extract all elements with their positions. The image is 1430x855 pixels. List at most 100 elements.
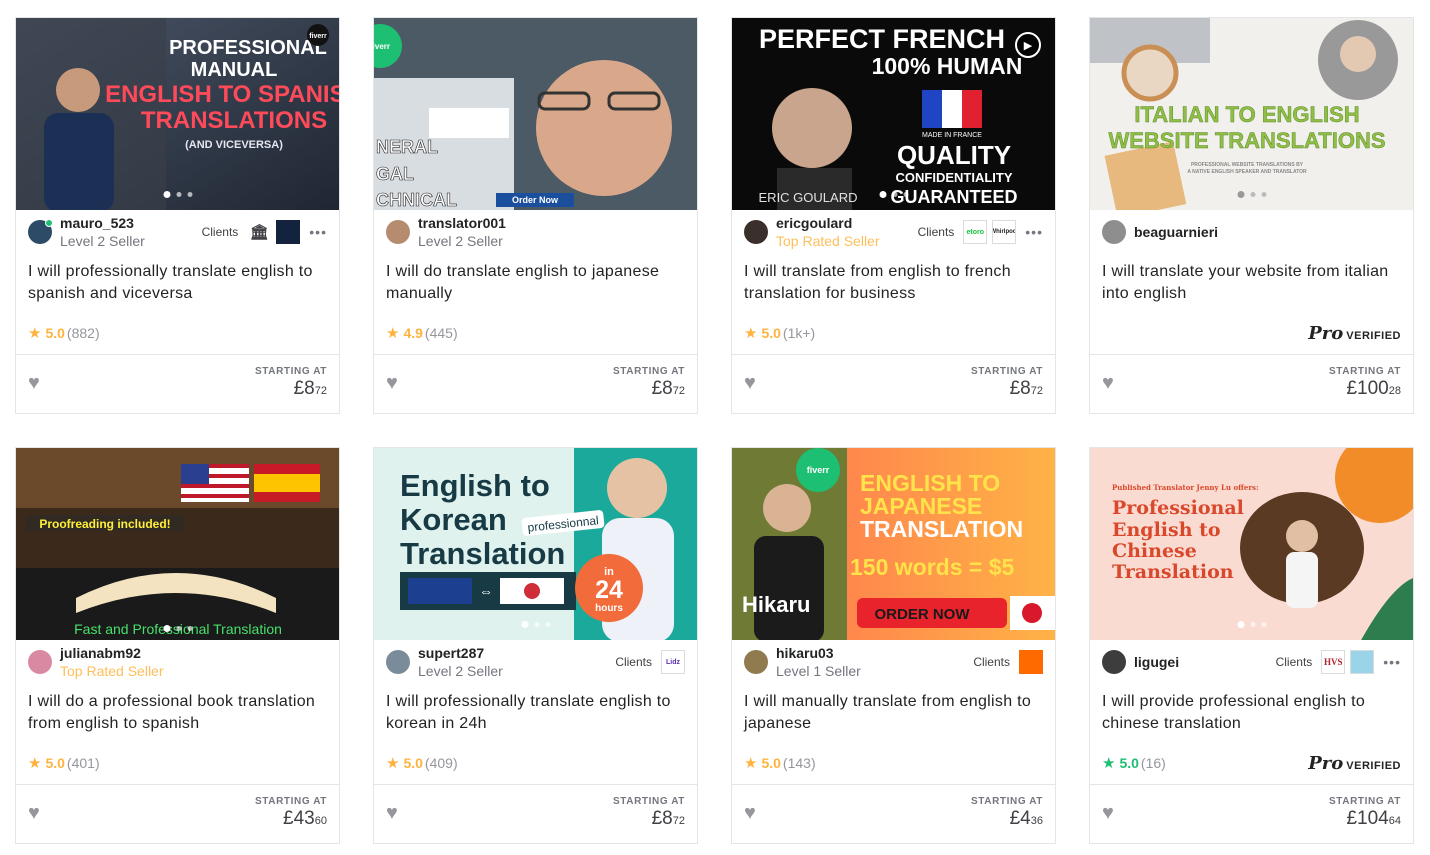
avatar[interactable] [1102,220,1126,245]
gig-title[interactable]: I will professionally translate english … [374,691,697,742]
heart-icon[interactable]: ♥ [1102,372,1114,395]
seller-username[interactable]: hikaru03 [776,644,967,662]
pro-verified-badge[interactable]: Pro VERIFIED [1308,323,1401,344]
more-clients-icon[interactable]: ••• [1025,224,1043,240]
price-box[interactable]: STARTING AT £10028 [1329,366,1401,401]
clients-section: Clients [973,650,1043,675]
avatar[interactable] [386,650,410,675]
client-logo-whirlpool-icon[interactable]: Whirlpool [992,220,1017,245]
gig-title[interactable]: I will professionally translate english … [16,261,339,312]
avatar[interactable] [744,650,768,675]
gig-thumbnail[interactable]: PROFESSIONAL MANUAL ENGLISH TO SPANISH T… [16,18,339,210]
avatar[interactable] [28,219,53,245]
svg-text:MANUAL: MANUAL [191,59,278,81]
svg-text:ERIC GOULARD: ERIC GOULARD [759,190,858,205]
client-logo-hvs-icon[interactable]: HVS [1321,650,1346,675]
svg-text:MADE IN FRANCE: MADE IN FRANCE [922,132,982,139]
gig-card[interactable]: English to Korean Translation profession… [373,447,698,844]
more-clients-icon[interactable]: ••• [1383,654,1401,670]
seller-username[interactable]: ligugei [1134,653,1270,671]
star-icon: ★ [386,755,400,773]
heart-icon[interactable]: ♥ [744,802,756,825]
seller-username[interactable]: ericgoulard [776,214,912,232]
svg-text:Hikaru: Hikaru [742,592,810,617]
seller-username[interactable]: beaguarnieri [1134,223,1401,241]
gig-card[interactable]: Published Translator Jenny Lu offers: Pr… [1089,447,1414,844]
client-logo-orange-icon[interactable] [1019,650,1043,675]
rating-score: 4.9 [403,325,423,342]
rating-count: (882) [66,325,100,342]
gig-title[interactable]: I will translate your website from itali… [1090,261,1413,312]
carousel-dots[interactable] [521,620,550,628]
gig-title[interactable]: I will do a professional book translatio… [16,691,339,742]
avatar[interactable] [744,220,768,245]
price-box[interactable]: STARTING AT £10464 [1329,796,1401,831]
gig-card[interactable]: Proofreading included! Fast and Professi… [15,447,340,844]
gig-thumbnail[interactable]: Published Translator Jenny Lu offers: Pr… [1090,448,1413,640]
carousel-dots[interactable] [163,624,192,632]
svg-text:fiverr: fiverr [807,465,830,475]
carousel-dots[interactable] [1237,620,1266,628]
gig-thumbnail[interactable]: Proofreading included! Fast and Professi… [16,448,339,640]
gig-thumbnail[interactable]: English to Korean Translation profession… [374,448,697,640]
play-icon[interactable]: ▶ [1015,32,1041,58]
gig-card[interactable]: NERAL GAL CHNICAL Order Now fiverr trans… [373,17,698,414]
client-logo-brand-icon[interactable] [276,220,301,245]
gig-thumbnail[interactable]: PERFECT FRENCH 100% HUMAN MADE IN FRANCE… [732,18,1055,210]
heart-icon[interactable]: ♥ [28,802,40,825]
svg-text:Proofreading included!: Proofreading included! [39,517,170,531]
client-logo-museum-icon[interactable]: 🏛 [247,220,271,244]
thumbnail-image: English to Korean Translation profession… [374,448,697,640]
starting-at-label: STARTING AT [971,796,1043,808]
starting-at-label: STARTING AT [255,366,327,378]
avatar[interactable] [386,220,410,245]
more-clients-icon[interactable]: ••• [309,224,327,240]
heart-icon[interactable]: ♥ [386,372,398,395]
gig-footer: ♥ STARTING AT £10028 [1090,353,1413,413]
seller-username[interactable]: translator001 [418,214,685,232]
gig-card[interactable]: PROFESSIONAL MANUAL ENGLISH TO SPANISH T… [15,17,340,414]
gig-card[interactable]: ITALIAN TO ENGLISH WEBSITE TRANSLATIONS … [1089,17,1414,414]
seller-username[interactable]: supert287 [418,644,609,662]
gig-card[interactable]: PERFECT FRENCH 100% HUMAN MADE IN FRANCE… [731,17,1056,414]
clients-section: Clients Lidz [615,650,685,675]
heart-icon[interactable]: ♥ [386,802,398,825]
gig-title[interactable]: I will translate from english to french … [732,261,1055,312]
seller-row: julianabm92 Top Rated Seller [16,640,339,685]
heart-icon[interactable]: ♥ [28,372,40,395]
seller-username[interactable]: mauro_523 [60,214,196,232]
heart-icon[interactable]: ♥ [1102,802,1114,825]
carousel-dots[interactable] [163,190,192,198]
gig-thumbnail[interactable]: ITALIAN TO ENGLISH WEBSITE TRANSLATIONS … [1090,18,1413,210]
avatar[interactable] [1102,650,1126,675]
client-logo-etoro-icon[interactable]: etoro [963,220,988,245]
rating-count: (1k+) [782,325,816,342]
client-logo-lidz-icon[interactable]: Lidz [661,650,685,675]
heart-icon[interactable]: ♥ [744,372,756,395]
seller-username[interactable]: julianabm92 [60,644,327,662]
gig-footer: ♥ STARTING AT £872 [732,353,1055,413]
price-box[interactable]: STARTING AT £436 [971,796,1043,831]
rating: ★ 4.9 (445) [386,324,458,342]
price-box[interactable]: STARTING AT £872 [971,366,1043,401]
carousel-dots[interactable] [879,190,908,198]
gig-title[interactable]: I will manually translate from english t… [732,691,1055,742]
svg-text:100% HUMAN: 100% HUMAN [872,53,1023,79]
price-box[interactable]: STARTING AT £872 [613,366,685,401]
gig-thumbnail[interactable]: fiverr ENGLISH TO JAPANESE TRANSLATION 1… [732,448,1055,640]
gig-title[interactable]: I will do translate english to japanese … [374,261,697,312]
price-box[interactable]: STARTING AT £4360 [255,796,327,831]
price-box[interactable]: STARTING AT £872 [255,366,327,401]
seller-row: beaguarnieri [1090,210,1413,255]
avatar[interactable] [28,650,52,675]
client-logo-colorful-icon[interactable] [1350,650,1375,675]
gig-title[interactable]: I will provide professional english to c… [1090,691,1413,742]
price-box[interactable]: STARTING AT £872 [613,796,685,831]
clients-section: Clients 🏛 ••• [202,220,327,245]
pro-verified-badge[interactable]: Pro VERIFIED [1308,753,1401,774]
carousel-dots[interactable] [1237,190,1266,198]
rating-count: (445) [424,325,458,342]
gig-card[interactable]: fiverr ENGLISH TO JAPANESE TRANSLATION 1… [731,447,1056,844]
gig-thumbnail[interactable]: NERAL GAL CHNICAL Order Now fiverr [374,18,697,210]
rating-score: 5.0 [45,325,65,342]
